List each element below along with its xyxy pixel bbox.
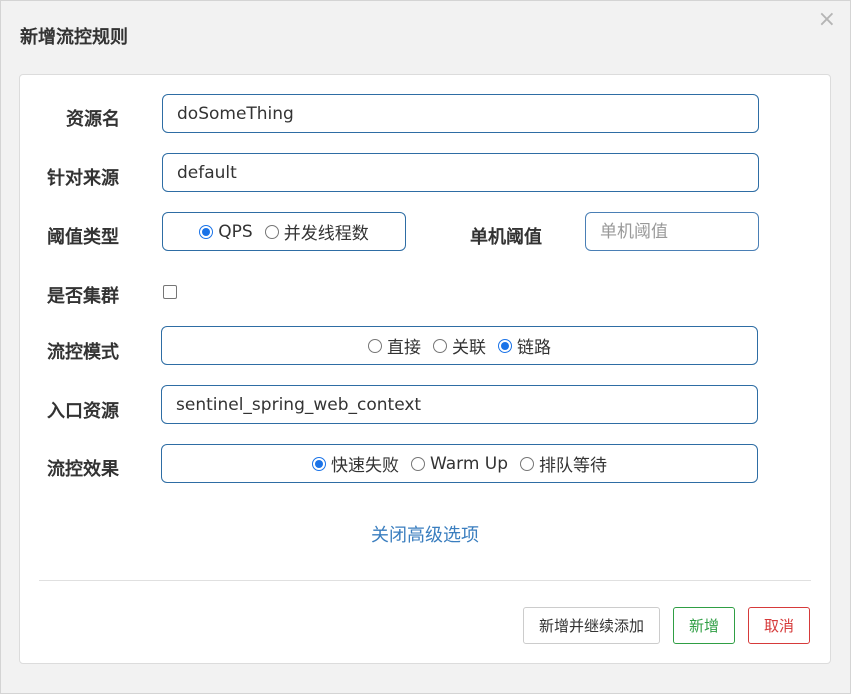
count-input[interactable] (586, 213, 758, 250)
dialog-title: 新增流控规则 (20, 27, 128, 48)
count-field[interactable] (585, 212, 759, 251)
limit-app-field[interactable] (162, 153, 759, 192)
strategy-option-direct[interactable]: 直接 (368, 333, 421, 358)
strategy-option-relate-label: 关联 (452, 338, 486, 358)
add-flow-rule-dialog: 新增流控规则 × 资源名 针对来源 阈值类型 QPS 并发线程数 单机阈值 (0, 0, 851, 694)
cancel-button[interactable]: 取消 (748, 607, 810, 644)
behavior-option-queue-label: 排队等待 (539, 456, 608, 476)
radio-checked-icon[interactable] (199, 224, 214, 239)
add-button[interactable]: 新增 (673, 607, 735, 644)
behavior-option-fast-fail-label: 快速失败 (330, 456, 399, 476)
cluster-label: 是否集群 (47, 286, 119, 307)
radio-unchecked-icon[interactable] (410, 456, 425, 471)
strategy-option-chain-label: 链路 (517, 338, 551, 358)
resource-name-input[interactable] (163, 95, 758, 132)
control-behavior-label: 流控效果 (47, 459, 119, 480)
radio-unchecked-icon[interactable] (520, 456, 535, 471)
strategy-option-chain[interactable]: 链路 (498, 333, 551, 358)
radio-checked-icon[interactable] (311, 456, 326, 471)
behavior-option-queue[interactable]: 排队等待 (520, 451, 607, 476)
strategy-label: 流控模式 (47, 342, 119, 363)
grade-option-thread[interactable]: 并发线程数 (264, 219, 369, 244)
add-and-continue-button[interactable]: 新增并继续添加 (523, 607, 660, 644)
strategy-radio-group: 直接 关联 链路 (161, 326, 758, 365)
behavior-option-fast-fail[interactable]: 快速失败 (311, 451, 399, 476)
behavior-option-warm-up-label: Warm Up (429, 453, 509, 474)
grade-label: 阈值类型 (47, 227, 119, 248)
limit-app-input[interactable] (163, 154, 758, 191)
control-behavior-radio-group: 快速失败 Warm Up 排队等待 (161, 444, 758, 483)
count-label: 单机阈值 (470, 227, 542, 248)
radio-checked-icon[interactable] (498, 338, 512, 353)
resource-name-label: 资源名 (66, 109, 120, 130)
radio-unchecked-icon[interactable] (368, 338, 382, 353)
strategy-option-relate[interactable]: 关联 (433, 333, 486, 358)
ref-resource-input[interactable] (162, 386, 757, 423)
radio-unchecked-icon[interactable] (433, 338, 447, 353)
footer-divider (39, 580, 811, 581)
strategy-option-direct-label: 直接 (387, 338, 421, 358)
cluster-checkbox[interactable] (163, 285, 177, 299)
ref-resource-label: 入口资源 (47, 401, 119, 422)
close-advanced-options-link[interactable]: 关闭高级选项 (20, 521, 830, 547)
grade-radio-group: QPS 并发线程数 (162, 212, 406, 251)
radio-unchecked-icon[interactable] (264, 224, 279, 239)
close-icon[interactable]: × (818, 9, 836, 31)
limit-app-label: 针对来源 (47, 168, 119, 189)
grade-option-thread-label: 并发线程数 (283, 224, 369, 244)
resource-name-field[interactable] (162, 94, 759, 133)
grade-option-qps-label: QPS (218, 221, 253, 242)
behavior-option-warm-up[interactable]: Warm Up (410, 453, 509, 474)
grade-option-qps[interactable]: QPS (199, 221, 253, 242)
ref-resource-field[interactable] (161, 385, 758, 424)
form-panel: 资源名 针对来源 阈值类型 QPS 并发线程数 单机阈值 是否集群 (19, 74, 831, 664)
